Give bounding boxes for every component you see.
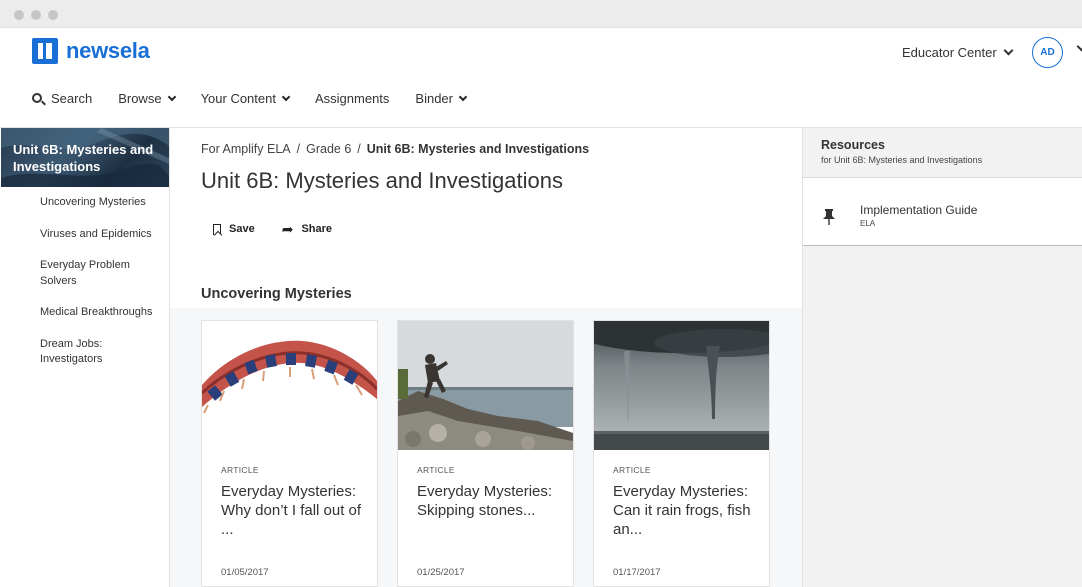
section-title: Uncovering Mysteries: [201, 286, 352, 302]
card-title[interactable]: Everyday Mysteries: Why don’t I fall out…: [221, 482, 366, 539]
main-content: For Amplify ELA / Grade 6/Unit 6B: Mysteri…: [170, 128, 802, 587]
card-date: 01/05/2017: [221, 567, 269, 578]
search-icon: [32, 92, 42, 103]
chevron-down-icon: [1003, 45, 1014, 56]
resource-item-subtitle: ELA: [860, 219, 876, 228]
nav-binder[interactable]: Binder: [415, 91, 468, 106]
save-button[interactable]: Save: [213, 223, 255, 235]
window-titlebar: [0, 0, 1082, 28]
page-title: Unit 6B: Mysteries and Investigations: [201, 168, 563, 193]
newsela-logo[interactable]: newsela: [32, 38, 150, 64]
chevron-down-icon: [281, 92, 291, 101]
newsela-logo-text: newsela: [66, 38, 150, 63]
sidebar-item-uncovering-mysteries[interactable]: Uncovering Mysteries: [40, 195, 160, 211]
nav-search-label: Search: [51, 91, 93, 106]
nav-assignments[interactable]: Assignments: [315, 91, 389, 106]
nav-browse[interactable]: Browse: [118, 91, 176, 106]
breadcrumb: For Amplify ELA / Grade 6/Unit 6B: Mysteri…: [201, 142, 590, 156]
unit-sidebar: Unit 6B: Mysteries and Investigations Un…: [0, 128, 170, 587]
article-card[interactable]: ARTICLE Everyday Mysteries: Skipping sto…: [397, 320, 574, 587]
sidebar-item-medical-breakthroughs[interactable]: Medical Breakthroughs: [40, 305, 160, 321]
skipping-stones-image: [398, 321, 573, 450]
sidebar-unit-header[interactable]: Unit 6B: Mysteries and Investigations: [1, 128, 169, 187]
nav-assignments-label: Assignments: [314, 91, 390, 106]
card-title[interactable]: Everyday Mysteries: Can it rain frogs, f…: [613, 482, 758, 539]
card-title[interactable]: Everyday Mysteries: Skipping stones...: [417, 482, 562, 520]
sidebar-list: Uncovering Mysteries Viruses and Epidemi…: [40, 195, 160, 384]
main-nav: Search Browse Your Content Assignments B…: [32, 91, 492, 106]
nav-browse-label: Browse: [118, 91, 162, 106]
breadcrumb-item-grade[interactable]: Grade 6: [306, 142, 351, 156]
avatar-chevron-down-icon[interactable]: [1076, 41, 1082, 52]
card-type: ARTICLE: [221, 465, 259, 475]
resources-panel: Resources for Unit 6B: Mysteries and Inv…: [802, 128, 1082, 587]
user-avatar[interactable]: AD: [1032, 37, 1063, 68]
resource-item-title: Implementation Guide: [860, 203, 978, 217]
pin-icon: [823, 209, 835, 228]
share-icon: ➦: [281, 220, 294, 237]
nav-your-content[interactable]: Your Content: [200, 91, 291, 106]
breadcrumb-item-amplify[interactable]: For Amplify ELA: [201, 142, 291, 156]
chevron-down-icon: [167, 92, 176, 101]
nav-binder-label: Binder: [415, 91, 453, 106]
roller-coaster-image: [202, 321, 377, 450]
sidebar-item-dream-jobs[interactable]: Dream Jobs: Investigators: [40, 337, 160, 368]
nav-your-content-label: Your Content: [200, 91, 276, 106]
resources-title: Resources: [821, 138, 885, 152]
window-minimize-dot[interactable]: [31, 10, 41, 20]
share-button[interactable]: ➦ Share: [281, 220, 333, 237]
card-date: 01/25/2017: [417, 567, 465, 578]
window-maximize-dot[interactable]: [48, 10, 58, 20]
resource-item-implementation-guide[interactable]: Implementation Guide ELA: [803, 178, 1082, 246]
breadcrumb-item-current: Unit 6B: Mysteries and Investigations: [366, 142, 590, 156]
site-header: newsela Educator Center AD Search Browse…: [0, 28, 1082, 128]
sidebar-unit-title: Unit 6B: Mysteries and Investigations: [13, 142, 154, 174]
card-type: ARTICLE: [613, 465, 651, 475]
card-type: ARTICLE: [417, 465, 455, 475]
newsela-logo-icon: [32, 38, 58, 64]
bookmark-icon: [213, 223, 221, 235]
share-label: Share: [301, 223, 333, 235]
article-card[interactable]: ARTICLE Everyday Mysteries: Can it rain …: [593, 320, 770, 587]
sidebar-item-everyday-problem-solvers[interactable]: Everyday Problem Solvers: [40, 258, 160, 289]
educator-center-menu[interactable]: Educator Center: [902, 45, 1014, 60]
sidebar-item-viruses-and-epidemics[interactable]: Viruses and Epidemics: [40, 227, 160, 243]
chevron-down-icon: [458, 92, 468, 101]
article-card[interactable]: ARTICLE Everyday Mysteries: Why don’t I …: [201, 320, 378, 587]
window-close-dot[interactable]: [14, 10, 24, 20]
educator-center-label: Educator Center: [902, 45, 997, 60]
resources-header: Resources for Unit 6B: Mysteries and Inv…: [803, 128, 1082, 178]
page-actions: Save ➦ Share: [213, 220, 359, 237]
resources-subtitle: for Unit 6B: Mysteries and Investigation…: [821, 155, 983, 165]
waterspout-image: [594, 321, 769, 450]
save-label: Save: [229, 223, 255, 235]
card-date: 01/17/2017: [613, 567, 661, 578]
nav-search[interactable]: Search: [32, 91, 92, 106]
